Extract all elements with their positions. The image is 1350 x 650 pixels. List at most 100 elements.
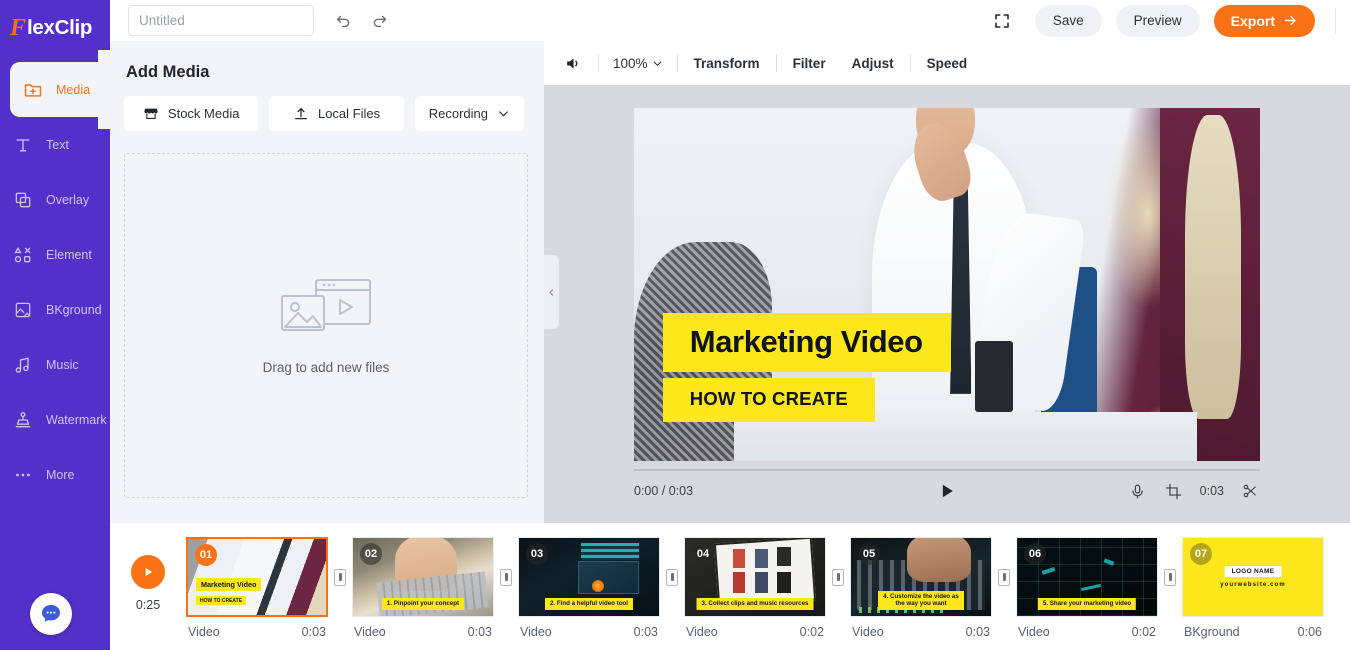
recording-label: Recording — [428, 106, 488, 121]
clip-thumbnail[interactable]: 06 5. Share your marketing video — [1016, 537, 1158, 617]
media-dropzone[interactable]: Drag to add new files — [124, 153, 528, 498]
clip-thumbnail[interactable]: 03 2. Find a helpful video tool — [518, 537, 660, 617]
timeline-clip[interactable]: 06 5. Share your marketing video Video 0… — [1016, 537, 1158, 639]
clip-thumbnail[interactable]: LOGO NAME yourwebsite.com 07 — [1182, 537, 1324, 617]
tab-speed[interactable]: Speed — [925, 56, 970, 71]
clip-meta: Video 0:02 — [1016, 617, 1158, 639]
timeline-clip[interactable]: 04 3. Collect clips and music resources … — [684, 537, 826, 639]
clip-caption: 2. Find a helpful video tool — [544, 598, 634, 610]
sidebar-item-media[interactable]: Media — [10, 50, 110, 129]
save-button[interactable]: Save — [1034, 4, 1102, 37]
clip-duration: 0:03 — [965, 625, 990, 639]
sidebar-item-label: Media — [56, 82, 91, 97]
sidebar-item-label: Music — [46, 357, 79, 372]
tab-filter[interactable]: Filter — [791, 56, 828, 71]
clip-duration: 0:02 — [1131, 625, 1156, 639]
sidebar-item-label: Element — [46, 247, 92, 262]
overlay-title-text[interactable]: Marketing Video — [662, 312, 951, 372]
project-title-input[interactable] — [128, 5, 314, 36]
play-icon — [145, 567, 153, 577]
export-label: Export — [1230, 12, 1275, 29]
timeline-clip[interactable]: 03 2. Find a helpful video tool Video 0:… — [518, 537, 660, 639]
sidebar-item-label: Text — [46, 137, 69, 152]
tab-transform[interactable]: Transform — [692, 56, 762, 71]
left-sidebar: F lexClip Media Text Overlay Element BKg… — [0, 0, 110, 650]
scissors-icon[interactable] — [1240, 481, 1260, 501]
sidebar-item-music[interactable]: Music — [0, 337, 110, 392]
clip-number-badge: 02 — [360, 543, 382, 565]
playback-progress-bar[interactable] — [634, 469, 1260, 471]
dropzone-label: Drag to add new files — [262, 360, 390, 375]
media-panel: Add Media Stock Media Local Files Record… — [110, 41, 544, 523]
clip-number-badge: 07 — [1190, 543, 1212, 565]
stock-media-button[interactable]: Stock Media — [124, 96, 259, 131]
microphone-icon[interactable] — [1128, 481, 1148, 501]
clip-website-text: yourwebsite.com — [1220, 582, 1286, 589]
video-canvas[interactable]: Marketing Video HOW TO CREATE — [634, 108, 1260, 461]
toolbar-divider — [1335, 7, 1336, 34]
clip-duration: 0:03 — [467, 625, 492, 639]
insert-transition-icon[interactable] — [1164, 568, 1176, 586]
chevron-down-icon — [499, 111, 508, 117]
toolbar-divider — [598, 54, 599, 72]
crop-icon[interactable] — [1164, 481, 1184, 501]
insert-transition-icon[interactable] — [832, 568, 844, 586]
speaker-icon[interactable] — [562, 52, 584, 74]
undo-button[interactable] — [332, 10, 354, 32]
local-files-button[interactable]: Local Files — [269, 96, 404, 131]
clip-thumbnail[interactable]: Marketing Video HOW TO CREATE 01 — [186, 537, 328, 617]
insert-transition-icon[interactable] — [998, 568, 1010, 586]
sidebar-item-more[interactable]: More — [0, 447, 110, 502]
recording-button[interactable]: Recording — [414, 96, 524, 131]
export-button[interactable]: Export — [1213, 4, 1315, 37]
clip-thumbnail[interactable]: 05 4. Customize the video as the way you… — [850, 537, 992, 617]
overlay-subtitle-text[interactable]: HOW TO CREATE — [662, 378, 875, 422]
clip-type: Video — [1018, 625, 1050, 639]
clip-number-badge: 05 — [858, 543, 880, 565]
clip-thumbnail[interactable]: 04 3. Collect clips and music resources — [684, 537, 826, 617]
clip-duration: 0:03 — [1199, 484, 1224, 498]
sidebar-item-bkground[interactable]: BKground — [0, 282, 110, 337]
music-note-icon — [12, 354, 34, 376]
chevron-down-icon — [653, 61, 661, 66]
timeline-clip[interactable]: 05 4. Customize the video as the way you… — [850, 537, 992, 639]
media-action-row: Stock Media Local Files Recording — [124, 96, 524, 131]
collapse-panel-handle[interactable] — [544, 255, 559, 329]
insert-transition-icon[interactable] — [500, 568, 512, 586]
preview-button[interactable]: Preview — [1115, 4, 1200, 37]
tab-adjust[interactable]: Adjust — [850, 56, 896, 71]
sidebar-item-watermark[interactable]: Watermark — [0, 392, 110, 447]
timeline-clip[interactable]: Marketing Video HOW TO CREATE 01 Video 0… — [186, 537, 328, 639]
clip-separator — [494, 537, 518, 617]
clip-type: Video — [188, 625, 220, 639]
clip-type: Video — [686, 625, 718, 639]
clip-number-badge: 03 — [526, 543, 548, 565]
playback-time: 0:00 / 0:03 — [634, 484, 694, 498]
toolbar-divider — [676, 54, 678, 72]
sidebar-item-text[interactable]: Text — [0, 117, 110, 172]
clip-caption: 1. Pinpoint your concept — [381, 598, 465, 610]
media-placeholder-icon — [281, 279, 371, 331]
redo-button[interactable] — [368, 10, 390, 32]
zoom-level-select[interactable]: 100% — [613, 56, 663, 71]
preview-stage: 100% Transform Filter Adjust Speed Marke… — [544, 41, 1350, 523]
timeline-total-duration: 0:25 — [135, 598, 161, 612]
sidebar-item-overlay[interactable]: Overlay — [0, 172, 110, 227]
fullscreen-icon[interactable] — [991, 10, 1013, 32]
clip-thumbnail[interactable]: 02 1. Pinpoint your concept — [352, 537, 494, 617]
sidebar-item-label: Overlay — [46, 192, 90, 207]
insert-transition-icon[interactable] — [334, 568, 346, 586]
timeline-clip[interactable]: LOGO NAME yourwebsite.com 07 BKground 0:… — [1182, 537, 1324, 639]
insert-transition-icon[interactable] — [666, 568, 678, 586]
chat-support-button[interactable] — [30, 593, 72, 635]
overlay-icon — [12, 189, 34, 211]
clip-duration: 0:02 — [799, 625, 824, 639]
more-dots-icon — [12, 464, 34, 486]
sidebar-item-element[interactable]: Element — [0, 227, 110, 282]
timeline-clip[interactable]: 02 1. Pinpoint your concept Video 0:03 — [352, 537, 494, 639]
play-button[interactable] — [934, 478, 960, 504]
app-logo[interactable]: F lexClip — [0, 0, 110, 56]
watermark-icon — [12, 409, 34, 431]
timeline-play-button[interactable] — [131, 555, 165, 589]
logo-f-mark: F — [10, 15, 27, 41]
